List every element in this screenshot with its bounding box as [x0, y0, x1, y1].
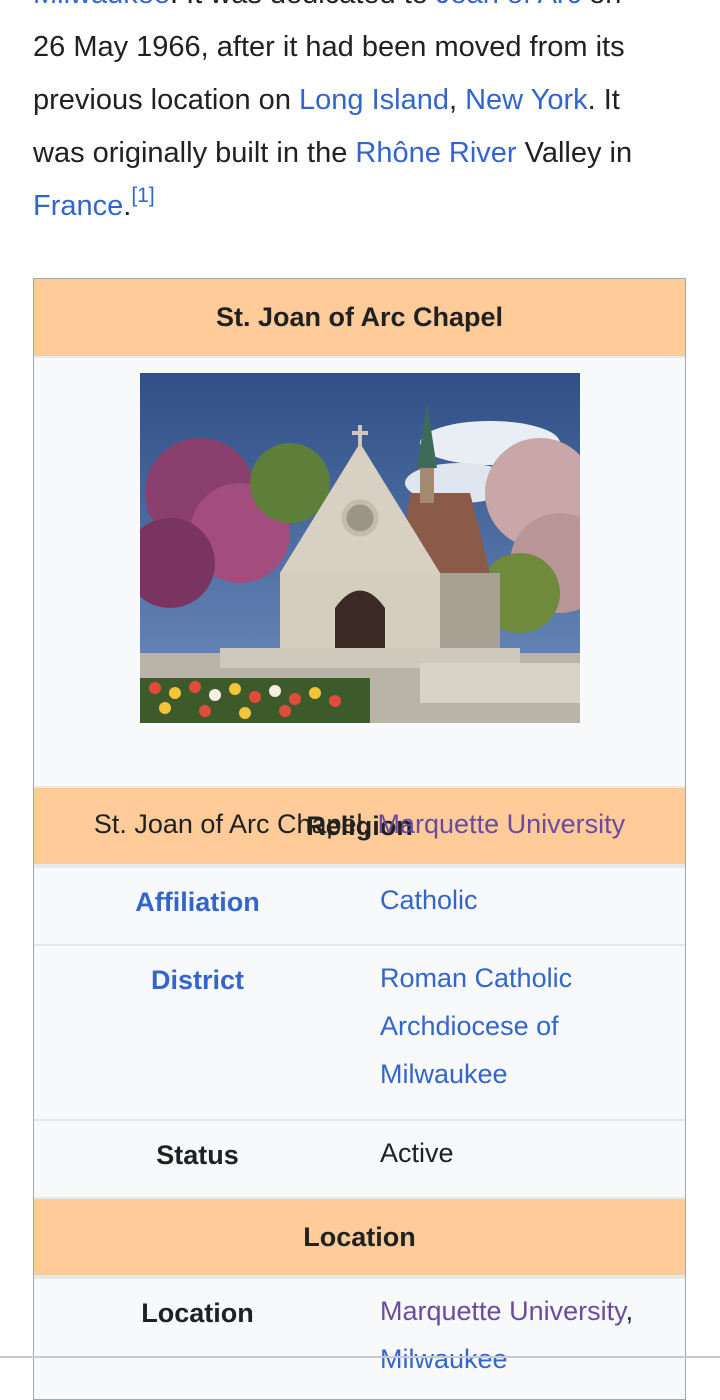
link-location-marquette[interactable]: Marquette University [380, 1296, 626, 1326]
row-status: Status Active [34, 1119, 685, 1197]
link-france[interactable]: France [33, 190, 123, 222]
link-marquette-university[interactable]: Marquette University [378, 809, 626, 839]
district-label-cell: District [34, 946, 361, 1119]
section-header-location: Location [34, 1197, 685, 1277]
location-value-cell: Marquette University, Milwaukee [361, 1268, 685, 1399]
image-caption: St. Joan of Arc Chapel, Marquette Univer… [34, 809, 685, 840]
link-milwaukee[interactable]: Milwaukee [33, 0, 170, 10]
chapel-photo[interactable] [140, 373, 580, 723]
district-line: Roman Catholic [380, 963, 573, 993]
intro-text: Valley in [516, 137, 633, 169]
intro-text: . It [587, 84, 620, 116]
intro-paragraph: Milwaukee. It was dedicated to Joan of A… [33, 0, 693, 233]
link-district[interactable]: District [151, 965, 244, 995]
row-location: Location Marquette University, Milwaukee [34, 1277, 685, 1399]
location-label: Location [141, 1298, 254, 1328]
intro-text: , [448, 84, 466, 116]
footnote-link[interactable]: [1] [131, 184, 154, 207]
infobox: St. Joan of Arc Chapel St. Joan of Arc C… [33, 278, 686, 1400]
link-location-milwaukee[interactable]: Milwaukee [380, 1344, 508, 1374]
intro-text: was originally built in the [33, 137, 356, 169]
intro-text: . It was dedicated to [170, 0, 436, 10]
link-rhone-river[interactable]: Rhône River [355, 137, 516, 169]
viewport-bottom-divider [0, 1356, 720, 1358]
link-affiliation[interactable]: Affiliation [135, 887, 259, 917]
row-district: District Roman Catholic Archdiocese of Mil… [34, 944, 685, 1119]
status-label: Status [156, 1140, 239, 1170]
status-value: Active [380, 1138, 454, 1168]
district-line: Archdiocese of [380, 1011, 559, 1041]
intro-text: on [581, 0, 621, 10]
district-value-cell: Roman Catholic Archdiocese of Milwaukee [361, 935, 685, 1119]
location-separator: , [625, 1296, 634, 1326]
link-new-york[interactable]: New York [465, 84, 588, 116]
intro-text: previous location on [33, 84, 299, 116]
link-catholic[interactable]: Catholic [380, 885, 478, 915]
infobox-title: St. Joan of Arc Chapel [34, 279, 685, 358]
affiliation-value-cell: Catholic [361, 857, 685, 944]
link-archdiocese[interactable]: Roman Catholic Archdiocese of Milwaukee [380, 963, 572, 1089]
caption-text: St. Joan of Arc Chapel, [93, 809, 378, 839]
link-joan-of-arc[interactable]: Joan of Arc [436, 0, 581, 10]
infobox-image-cell: St. Joan of Arc Chapel, Marquette Univer… [34, 358, 685, 839]
link-long-island[interactable]: Long Island [299, 84, 449, 116]
affiliation-label-cell: Affiliation [34, 868, 361, 944]
district-line: Milwaukee [380, 1059, 508, 1089]
intro-text: 26 May 1966, after it had been moved fro… [33, 31, 625, 63]
row-affiliation: Affiliation Catholic [34, 866, 685, 944]
